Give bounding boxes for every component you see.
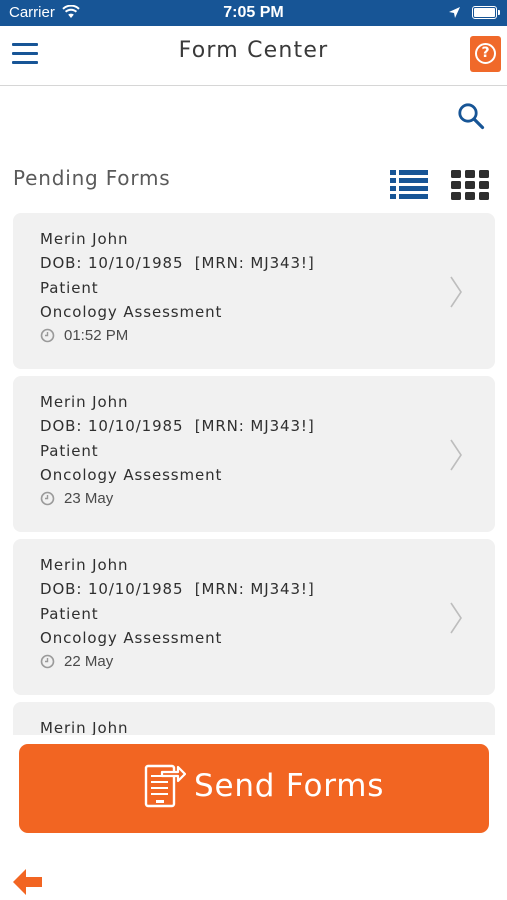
patient-dob-mrn: DOB: 10/10/1985 [MRN: MJ343!] (40, 417, 315, 435)
patient-name: Merin John (40, 719, 129, 735)
form-card[interactable]: Merin John (13, 702, 495, 735)
form-name: Oncology Assessment (40, 466, 223, 484)
search-icon[interactable] (457, 102, 485, 130)
send-forms-button[interactable]: Send Forms (19, 744, 489, 833)
help-button[interactable]: ? (470, 36, 501, 72)
send-forms-label: Send Forms (194, 768, 385, 804)
list-view-icon[interactable] (390, 170, 428, 200)
form-card[interactable]: Merin John DOB: 10/10/1985 [MRN: MJ343!]… (13, 376, 495, 532)
grid-view-icon[interactable] (451, 170, 489, 200)
form-time: 22 May (64, 653, 114, 670)
patient-name: Merin John (40, 393, 129, 411)
pending-forms-list[interactable]: Merin John DOB: 10/10/1985 [MRN: MJ343!]… (13, 213, 495, 735)
form-time: 23 May (64, 490, 114, 507)
clock-icon (40, 491, 55, 506)
hamburger-line (12, 52, 38, 55)
patient-dob-mrn: DOB: 10/10/1985 [MRN: MJ343!] (40, 254, 315, 272)
hamburger-icon (12, 43, 38, 46)
form-name: Oncology Assessment (40, 303, 223, 321)
patient-role: Patient (40, 605, 99, 623)
location-icon (449, 7, 460, 18)
nav-bar: Form Center ? (0, 26, 507, 86)
status-time: 7:05 PM (223, 4, 284, 21)
clock-icon (40, 654, 55, 669)
patient-name: Merin John (40, 230, 129, 248)
chevron-right-icon (450, 276, 462, 308)
question-icon: ? (475, 43, 496, 64)
page-title: Form Center (178, 38, 329, 63)
form-card[interactable]: Merin John DOB: 10/10/1985 [MRN: MJ343!]… (13, 213, 495, 369)
patient-dob-mrn: DOB: 10/10/1985 [MRN: MJ343!] (40, 580, 315, 598)
hamburger-line (12, 61, 38, 64)
chevron-right-icon (450, 602, 462, 634)
patient-role: Patient (40, 279, 99, 297)
section-title: Pending Forms (13, 166, 171, 190)
send-forms-icon (144, 764, 186, 808)
clock-icon (40, 328, 55, 343)
battery-icon (472, 6, 500, 19)
menu-button[interactable] (12, 43, 38, 65)
form-card[interactable]: Merin John DOB: 10/10/1985 [MRN: MJ343!]… (13, 539, 495, 695)
patient-role: Patient (40, 442, 99, 460)
patient-name: Merin John (40, 556, 129, 574)
back-arrow-icon[interactable] (13, 869, 43, 895)
chevron-right-icon (450, 439, 462, 471)
form-time: 01:52 PM (64, 327, 129, 344)
status-bar: Carrier 7:05 PM (0, 0, 507, 26)
form-name: Oncology Assessment (40, 629, 223, 647)
